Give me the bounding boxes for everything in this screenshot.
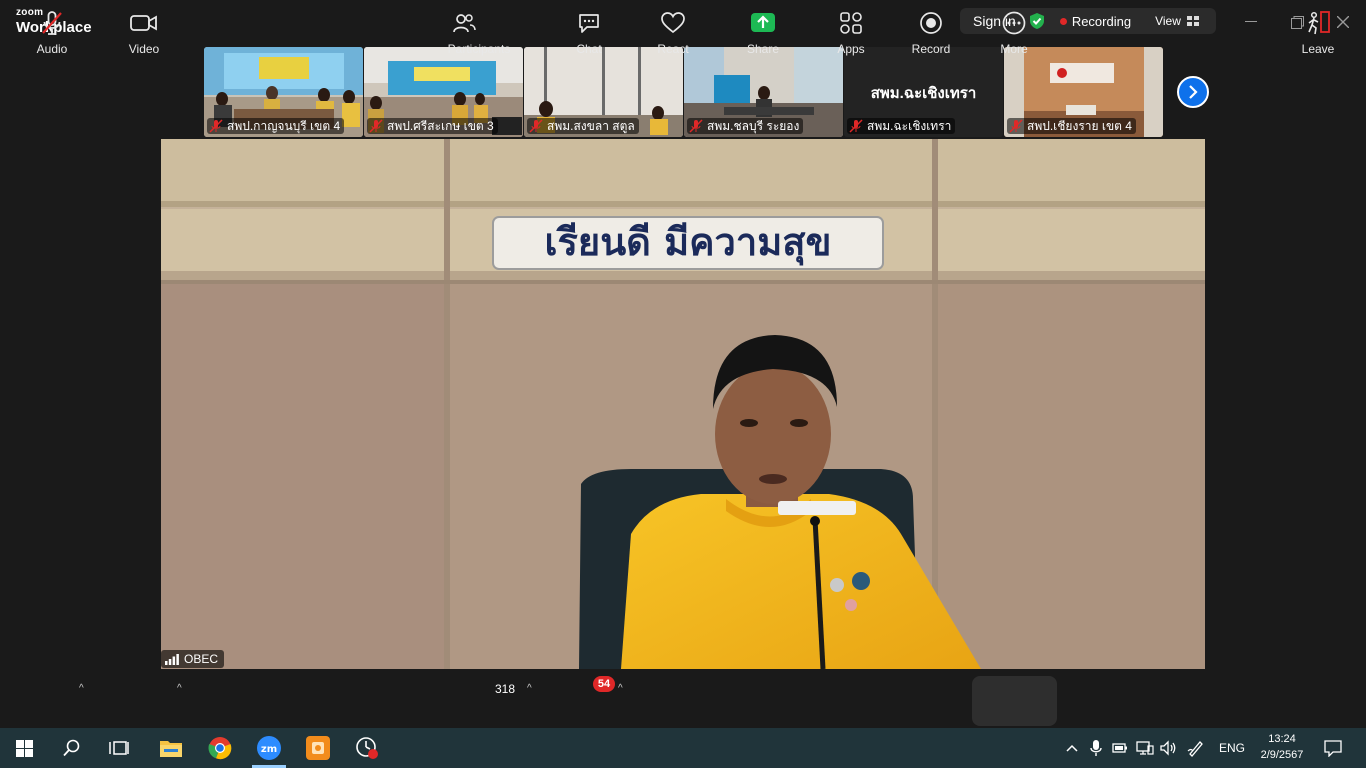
windows-start-icon[interactable] — [12, 728, 36, 768]
chat-bubble-icon — [577, 10, 601, 36]
record-button[interactable]: Record — [906, 0, 956, 58]
sign-text: เรียนดี มีความสุข — [545, 220, 832, 266]
participant-thumbnail[interactable]: สพป.ศรีสะเกษ เขต 3 — [364, 47, 523, 137]
clock-time: 13:24 — [1268, 733, 1296, 745]
chevron-right-icon — [1189, 85, 1198, 99]
view-label: View — [1155, 14, 1181, 28]
zoom-app-icon[interactable]: zm — [255, 728, 283, 768]
recording-label: Recording — [1071, 13, 1132, 29]
video-camera-icon — [130, 10, 158, 36]
participant-thumbnail[interactable]: สพม.ฉะเชิงเทรา สพม.ฉะเชิงเทรา — [844, 47, 1003, 137]
minimize-window-icon[interactable] — [1241, 12, 1261, 32]
svg-text:zm: zm — [261, 744, 277, 755]
muted-mic-icon — [849, 119, 863, 133]
chat-button[interactable]: Chat — [566, 0, 612, 58]
recording-indicator[interactable]: Recording — [1059, 13, 1132, 29]
react-button[interactable]: React — [650, 0, 696, 58]
muted-mic-icon — [689, 119, 703, 133]
volume-icon[interactable] — [1160, 728, 1178, 768]
grid-view-icon — [1186, 16, 1199, 26]
signal-strength-icon — [165, 653, 179, 665]
thumbnail-name-label: สพม.สงขลา สตูล — [527, 118, 639, 134]
participant-thumbnail[interactable]: สพม.สงขลา สตูล — [524, 47, 683, 137]
muted-microphone-icon — [39, 10, 65, 36]
chrome-browser-icon[interactable] — [206, 728, 234, 768]
apps-button[interactable]: Apps — [828, 0, 874, 58]
participants-options-chevron-up-icon[interactable]: ^ — [527, 683, 532, 694]
audio-label: Audio — [36, 42, 68, 56]
presentation-app-icon[interactable] — [304, 728, 332, 768]
thumbnail-name-label: สพม.ชลบุรี ระยอง — [687, 118, 804, 134]
apps-label: Apps — [837, 42, 865, 56]
audio-options-chevron-up-icon[interactable]: ^ — [79, 683, 84, 694]
record-icon — [919, 10, 943, 36]
show-hidden-icons-chevron-up-icon[interactable] — [1063, 728, 1081, 768]
participant-thumbnail[interactable]: สพป.เชียงราย เขต 4 — [1004, 47, 1163, 137]
main-video-feed: เรียนดี มีความสุข — [161, 139, 1205, 669]
leave-label: Leave — [1301, 42, 1335, 56]
meeting-controls-toolbar — [0, 669, 1366, 727]
battery-icon[interactable] — [1111, 728, 1129, 768]
pen-input-icon[interactable] — [1186, 728, 1206, 768]
thumbnail-name-label: สพป.เชียงราย เขต 4 — [1007, 118, 1136, 134]
record-label: Record — [911, 42, 951, 56]
video-button[interactable]: Video — [116, 0, 172, 58]
more-button[interactable]: More — [989, 0, 1039, 58]
microphone-tray-icon[interactable] — [1088, 728, 1104, 768]
screen-recorder-icon[interactable] — [353, 728, 381, 768]
participant-name-card: สพม.ฉะเชิงเทรา — [870, 85, 977, 102]
file-explorer-icon[interactable] — [157, 728, 185, 768]
windows-taskbar: zm ENG — [0, 728, 1366, 768]
input-language-indicator[interactable]: ENG — [1219, 741, 1245, 755]
heart-icon — [660, 10, 686, 36]
speaker-name-tag: OBEC — [161, 650, 225, 668]
network-icon[interactable] — [1136, 728, 1154, 768]
thumbnail-name-label: สพม.ฉะเชิงเทรา — [847, 118, 956, 134]
react-label: React — [657, 42, 689, 56]
muted-mic-icon — [209, 119, 223, 133]
share-label: Share — [746, 42, 780, 56]
next-page-button[interactable] — [1177, 76, 1209, 108]
task-view-icon[interactable] — [107, 728, 131, 768]
share-screen-button[interactable]: Share — [740, 0, 786, 58]
muted-mic-icon — [369, 119, 383, 133]
thumbnail-name-label: สพป.กาญจนบุรี เขต 4 — [207, 118, 345, 134]
chat-label: Chat — [576, 42, 602, 56]
muted-mic-icon — [529, 119, 543, 133]
thumbnail-name-label: สพป.ศรีสะเกษ เขต 3 — [367, 118, 498, 134]
participant-thumbnail[interactable]: สพป.กาญจนบุรี เขต 4 — [204, 47, 363, 137]
share-screen-icon — [751, 10, 775, 36]
more-label: More — [1000, 42, 1028, 56]
audio-button[interactable]: Audio — [24, 0, 80, 58]
view-button[interactable]: View — [1155, 14, 1199, 28]
taskbar-clock[interactable]: 13:24 2/9/2567 — [1252, 731, 1312, 763]
notifications-icon[interactable] — [1322, 728, 1344, 768]
leave-door-icon — [1305, 10, 1331, 36]
chat-options-chevron-up-icon[interactable]: ^ — [618, 683, 623, 694]
speaker-video-image: เรียนดี มีความสุข — [161, 139, 1205, 669]
clock-date: 2/9/2567 — [1260, 749, 1304, 761]
search-icon[interactable] — [60, 728, 84, 768]
speaker-name: OBEC — [184, 652, 219, 666]
participants-count: 318 — [495, 682, 516, 696]
video-options-chevron-up-icon[interactable]: ^ — [177, 683, 182, 694]
more-options-icon — [1002, 10, 1026, 36]
participant-thumbnail-strip: สพป.กาญจนบุรี เขต 4 สพป.ศรีสะเกษ เขต 3 ส… — [204, 47, 1164, 137]
participants-label: Participants — [447, 42, 511, 56]
participant-thumbnail[interactable]: สพม.ชลบุรี ระยอง — [684, 47, 843, 137]
participants-icon — [452, 10, 476, 36]
apps-icon — [839, 10, 863, 36]
participants-button[interactable]: Participants — [444, 0, 514, 58]
recording-dot-icon — [1059, 17, 1067, 25]
muted-mic-icon — [1009, 119, 1023, 133]
video-label: Video — [128, 42, 160, 56]
leave-meeting-button[interactable]: Leave — [1296, 0, 1340, 58]
more-button-highlight — [972, 676, 1057, 726]
unread-chat-badge: 54 — [593, 676, 615, 692]
